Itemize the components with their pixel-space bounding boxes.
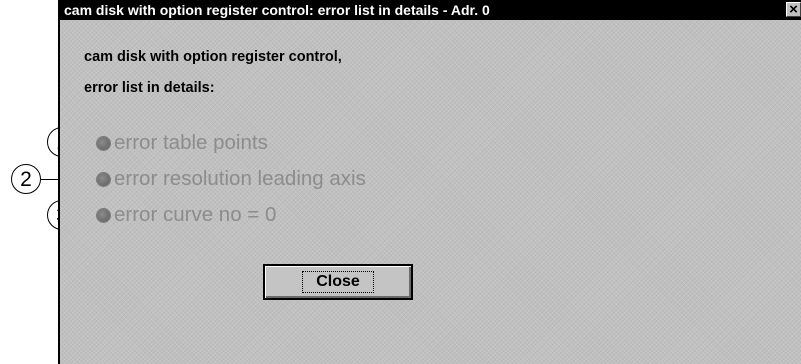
callout-2: 2 [11, 164, 41, 194]
window-title: cam disk with option register control: e… [64, 2, 490, 18]
intro-line-1: cam disk with option register control, [84, 49, 342, 65]
close-button[interactable]: Close [263, 264, 413, 300]
status-led-icon [97, 136, 110, 150]
error-details-dialog: cam disk with option register control: e… [58, 0, 801, 364]
error-item-resolution-leading-axis: error resolution leading axis [97, 167, 366, 191]
close-button-label: Close [302, 271, 374, 293]
error-label: error curve no = 0 [114, 203, 277, 226]
error-label: error resolution leading axis [114, 167, 366, 190]
error-label: error table points [114, 131, 268, 154]
intro-line-2: error list in details: [84, 80, 215, 96]
error-item-curve-no: error curve no = 0 [97, 203, 276, 227]
close-window-button[interactable]: × [786, 2, 801, 17]
title-bar: cam disk with option register control: e… [60, 0, 801, 20]
error-item-table-points: error table points [97, 131, 268, 155]
status-led-icon [97, 208, 110, 222]
status-led-icon [97, 172, 110, 186]
